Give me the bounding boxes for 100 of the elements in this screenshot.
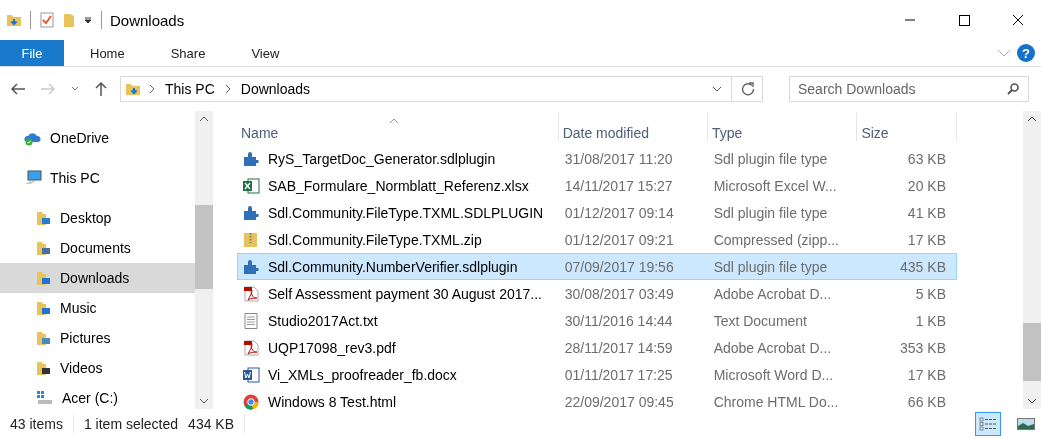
date-cell-text: 30/08/2017 03:49 [563, 285, 675, 302]
type-cell-text: Microsoft Word D... [712, 366, 835, 383]
file-row[interactable]: Sdl.Community.FileType.TXML.zip 01/12/2017 09:21 Compressed (zipp... 17 KB [237, 226, 957, 253]
type-cell-text: Sdl plugin file type [712, 204, 829, 221]
computer-icon [24, 170, 42, 186]
column-header[interactable]: Size [857, 113, 957, 141]
recent-caret-icon[interactable] [70, 85, 80, 93]
file-row[interactable]: Sdl.Community.FileType.TXML.SDLPLUGIN 01/12/2017 09:14 Sdl plugin file type 41 KB [237, 199, 957, 226]
sort-caret-icon [389, 118, 399, 124]
file-name: Sdl.Community.FileType.TXML.SDLPLUGIN [268, 204, 544, 221]
nav-item[interactable]: Downloads [0, 263, 195, 293]
type-cell-text: Chrome HTML Do... [712, 393, 840, 410]
address-field[interactable]: This PC Downloads [120, 76, 763, 102]
nav-item[interactable]: Videos [0, 353, 195, 383]
folder-icon [6, 12, 22, 28]
type-cell-text: Adobe Acrobat D... [712, 339, 833, 356]
image-icon [1017, 417, 1035, 431]
zip-folder-icon [242, 231, 260, 248]
nav-label: This PC [50, 170, 100, 186]
up-arrow-icon[interactable] [94, 81, 108, 97]
nav-item[interactable]: This PC [0, 163, 195, 193]
scroll-up-icon[interactable] [199, 115, 209, 123]
selection-count: 1 item selected [83, 416, 179, 432]
scroll-down-icon[interactable] [199, 397, 209, 405]
size-cell-text: 353 KB [899, 339, 947, 356]
type-cell-text: Text Document [712, 312, 808, 329]
scroll-down-icon[interactable] [1027, 397, 1037, 405]
nav-item[interactable]: Pictures [0, 323, 195, 353]
date-cell-text: 14/11/2017 15:27 [563, 177, 674, 194]
date-cell-text: 07/09/2017 19:56 [563, 258, 675, 275]
file-name: Sdl.Community.NumberVerifier.sdlplugin [268, 258, 518, 275]
window-title: Downloads [110, 11, 185, 29]
word-document-icon [242, 366, 260, 383]
column-header[interactable]: Type [708, 113, 858, 141]
size-cell-text: 63 KB [906, 150, 947, 167]
date-cell-text: 01/11/2017 17:25 [563, 366, 674, 383]
file-name: UQP17098_rev3.pdf [268, 339, 396, 356]
chevron-icon [224, 84, 231, 94]
properties-icon[interactable] [39, 12, 55, 28]
date-cell-text: 01/12/2017 09:14 [563, 204, 675, 221]
puzzle-icon [242, 204, 260, 221]
date-cell-text: 30/11/2016 14:44 [563, 312, 674, 329]
nav-label: Videos [60, 360, 103, 376]
nav-label: Desktop [60, 210, 112, 226]
cloud-icon [24, 130, 42, 146]
date-cell-text: 01/12/2017 09:21 [563, 231, 675, 248]
pdf-icon [242, 339, 260, 356]
file-name: SAB_Formulare_Normblatt_Referenz.xlsx [268, 177, 529, 194]
customize-caret-icon[interactable] [83, 15, 93, 25]
nav-item[interactable]: Desktop [0, 203, 195, 233]
folder-icon [125, 81, 141, 97]
size-cell-text: 1 KB [914, 312, 947, 329]
nav-item[interactable]: Documents [0, 233, 195, 263]
file-row[interactable]: RyS_TargetDoc_Generator.sdlplugin 31/08/2017 11:20 Sdl plugin file type 63 KB [237, 145, 957, 172]
scroll-up-icon[interactable] [1027, 115, 1037, 123]
size-cell-text: 66 KB [906, 393, 947, 410]
column-header[interactable]: Name [237, 113, 559, 141]
selection-size: 434 KB [188, 416, 235, 432]
type-cell-text: Microsoft Excel W... [712, 177, 838, 194]
folder-icon [36, 300, 52, 316]
ribbon-tab[interactable]: View [231, 40, 300, 66]
chevron-icon [149, 84, 155, 94]
date-cell-text: 28/11/2017 14:59 [563, 339, 674, 356]
file-row[interactable]: Self Assessment payment 30 August 2017... 30/08/2017 03:49 Adobe Acrobat D... 5 KB [237, 280, 957, 307]
breadcrumb[interactable]: Downloads [238, 81, 313, 97]
dropdown-caret-icon[interactable] [711, 85, 723, 93]
nav-label: Documents [60, 240, 131, 256]
file-row[interactable]: Studio2017Act.txt 30/11/2016 14:44 Text Document 1 KB [237, 307, 957, 334]
size-cell-text: 20 KB [906, 177, 947, 194]
ribbon-tab[interactable]: Home [70, 40, 145, 66]
file-row[interactable]: Windows 8 Test.html 22/09/2017 09:45 Chrome HTML Do... 66 KB [237, 388, 957, 415]
type-cell-text: Compressed (zipp... [712, 231, 840, 248]
ribbon-tab[interactable]: Share [150, 40, 226, 66]
back-arrow-icon[interactable] [10, 82, 26, 96]
nav-item[interactable]: Acer (C:) [0, 383, 195, 413]
ribbon-tab[interactable]: File [0, 40, 64, 66]
scrollbar[interactable] [1023, 111, 1041, 409]
column-header[interactable]: Date modified [558, 113, 708, 141]
file-row[interactable]: UQP17098_rev3.pdf 28/11/2017 14:59 Adobe Acrobat D... 353 KB [237, 334, 957, 361]
refresh-icon[interactable] [740, 81, 756, 97]
browser-icon [242, 393, 260, 410]
nav-item[interactable]: OneDrive [0, 123, 195, 153]
size-cell-text: 17 KB [906, 366, 947, 383]
folder-icon [36, 210, 52, 226]
folder-icon [36, 270, 52, 286]
details-view-button[interactable] [975, 412, 1001, 436]
scrollbar-thumb[interactable] [1023, 323, 1041, 381]
size-cell-text: 17 KB [906, 231, 947, 248]
scrollbar-thumb[interactable] [195, 205, 213, 289]
file-row[interactable]: SAB_Formulare_Normblatt_Referenz.xlsx 14/11/2017 15:27 Microsoft Excel W... 20 KB [237, 172, 957, 199]
pdf-icon [242, 285, 260, 302]
search-field[interactable]: Search Downloads [789, 76, 1029, 102]
file-name: Self Assessment payment 30 August 2017... [268, 285, 542, 302]
file-row[interactable]: Sdl.Community.NumberVerifier.sdlplugin 07/09/2017 19:56 Sdl plugin file type 435 KB [237, 253, 957, 280]
spreadsheet-icon [242, 177, 260, 194]
scrollbar[interactable] [195, 111, 213, 409]
breadcrumb[interactable]: This PC [163, 81, 217, 97]
help-button[interactable]: ? [1017, 44, 1035, 62]
nav-item[interactable]: Music [0, 293, 195, 323]
file-row[interactable]: Vi_XMLs_proofreader_fb.docx 01/11/2017 17:25 Microsoft Word D... 17 KB [237, 361, 957, 388]
